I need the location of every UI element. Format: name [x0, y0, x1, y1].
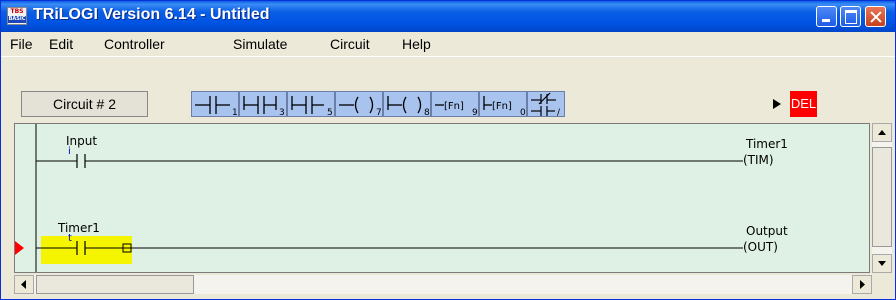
rung2-contact-label: Timer1: [58, 221, 100, 235]
rung1-coil-type[interactable]: (TIM): [743, 153, 774, 167]
branch-contact-icon: 5: [291, 96, 333, 118]
menu-edit[interactable]: Edit: [49, 36, 73, 52]
parallel-coil-icon: 8: [387, 96, 430, 118]
rung2-coil-name: Output: [746, 224, 788, 238]
run-button[interactable]: [766, 91, 788, 117]
tool-subscript-1: 1: [232, 108, 238, 118]
parallel-contact-tool[interactable]: 3: [239, 91, 287, 118]
ladder-drawing: [15, 124, 743, 272]
parallel-function-tool[interactable]: [Fn] 0: [479, 91, 527, 118]
rung2-selection-highlight: [41, 236, 132, 264]
maximize-button[interactable]: [840, 6, 861, 27]
horizontal-scrollbar[interactable]: [14, 275, 872, 294]
tool-subscript-slash: /: [557, 108, 561, 118]
invert-contact-tool[interactable]: /: [527, 91, 565, 118]
rung2-coil-type[interactable]: (OUT): [743, 240, 778, 254]
parallel-fn-label: [Fn]: [492, 101, 512, 112]
app-icon-bottom-text: BASIC: [8, 16, 26, 23]
tool-subscript-3: 3: [279, 108, 285, 118]
scroll-right-button[interactable]: [852, 275, 872, 294]
rung1-coil-name: Timer1: [746, 137, 788, 151]
tool-subscript-9: 9: [472, 108, 478, 118]
function-tool[interactable]: [Fn] 9: [431, 91, 479, 118]
menu-file[interactable]: File: [10, 36, 33, 52]
arrow-up-icon: [878, 130, 886, 135]
trilogi-app-icon[interactable]: TBS BASIC: [7, 7, 27, 25]
invert-contact-icon: /: [531, 92, 561, 118]
app-icon-top-text: TBS: [10, 8, 24, 15]
circuit-number-button[interactable]: Circuit # 2: [21, 91, 148, 117]
menu-controller[interactable]: Controller: [104, 36, 165, 52]
menu-simulate[interactable]: Simulate: [233, 36, 287, 52]
toolbar: Circuit # 2 1 3 5 7 8 [Fn] 9 [Fn] 0 / DE…: [1, 56, 895, 121]
close-button[interactable]: [865, 6, 886, 27]
window-title: TRiLOGI Version 6.14 - Untitled: [33, 6, 270, 23]
scroll-left-button[interactable]: [14, 275, 34, 294]
parallel-contact-icon: 3: [243, 96, 285, 118]
tool-subscript-8: 8: [424, 108, 430, 118]
tool-subscript-5: 5: [327, 108, 333, 118]
tool-subscript-0: 0: [520, 108, 526, 118]
tool-subscript-7: 7: [376, 108, 382, 118]
title-bar[interactable]: TBS BASIC TRiLOGI Version 6.14 - Untitle…: [1, 1, 895, 32]
scroll-up-button[interactable]: [872, 123, 892, 142]
app-window: TBS BASIC TRiLOGI Version 6.14 - Untitle…: [0, 0, 896, 300]
horizontal-scroll-thumb[interactable]: [36, 275, 194, 294]
delete-button[interactable]: DEL: [790, 91, 817, 117]
play-icon: [773, 99, 781, 109]
minimize-button[interactable]: [816, 6, 837, 27]
scroll-down-button[interactable]: [872, 254, 892, 273]
vertical-scrollbar[interactable]: [872, 123, 892, 273]
fn-label: [Fn]: [444, 101, 464, 112]
series-contact-tool[interactable]: 1: [191, 91, 239, 118]
menu-help[interactable]: Help: [402, 36, 431, 52]
coil-tool[interactable]: 7: [335, 91, 383, 118]
arrow-right-icon: [860, 280, 865, 289]
menu-circuit[interactable]: Circuit: [330, 36, 370, 52]
menu-bar: File Edit Controller Simulate Circuit He…: [1, 33, 895, 55]
rung2-contact-type-mark: t: [68, 233, 72, 244]
vertical-scroll-thumb[interactable]: [872, 147, 892, 247]
parallel-function-icon: [Fn] 0: [483, 96, 526, 118]
ladder-diagram-canvas[interactable]: Input i Timer1 (TIM) Timer1 t Output (OU…: [14, 123, 870, 273]
series-contact-icon: 1: [195, 96, 238, 118]
coil-icon: 7: [339, 96, 382, 118]
arrow-left-icon: [21, 280, 26, 289]
arrow-down-icon: [878, 261, 886, 266]
parallel-coil-tool[interactable]: 8: [383, 91, 431, 118]
current-rung-arrow-icon: [15, 241, 24, 255]
branch-contact-tool[interactable]: 5: [287, 91, 335, 118]
rung1-contact-type-mark: i: [68, 146, 71, 157]
function-icon: [Fn] 9: [435, 101, 478, 118]
